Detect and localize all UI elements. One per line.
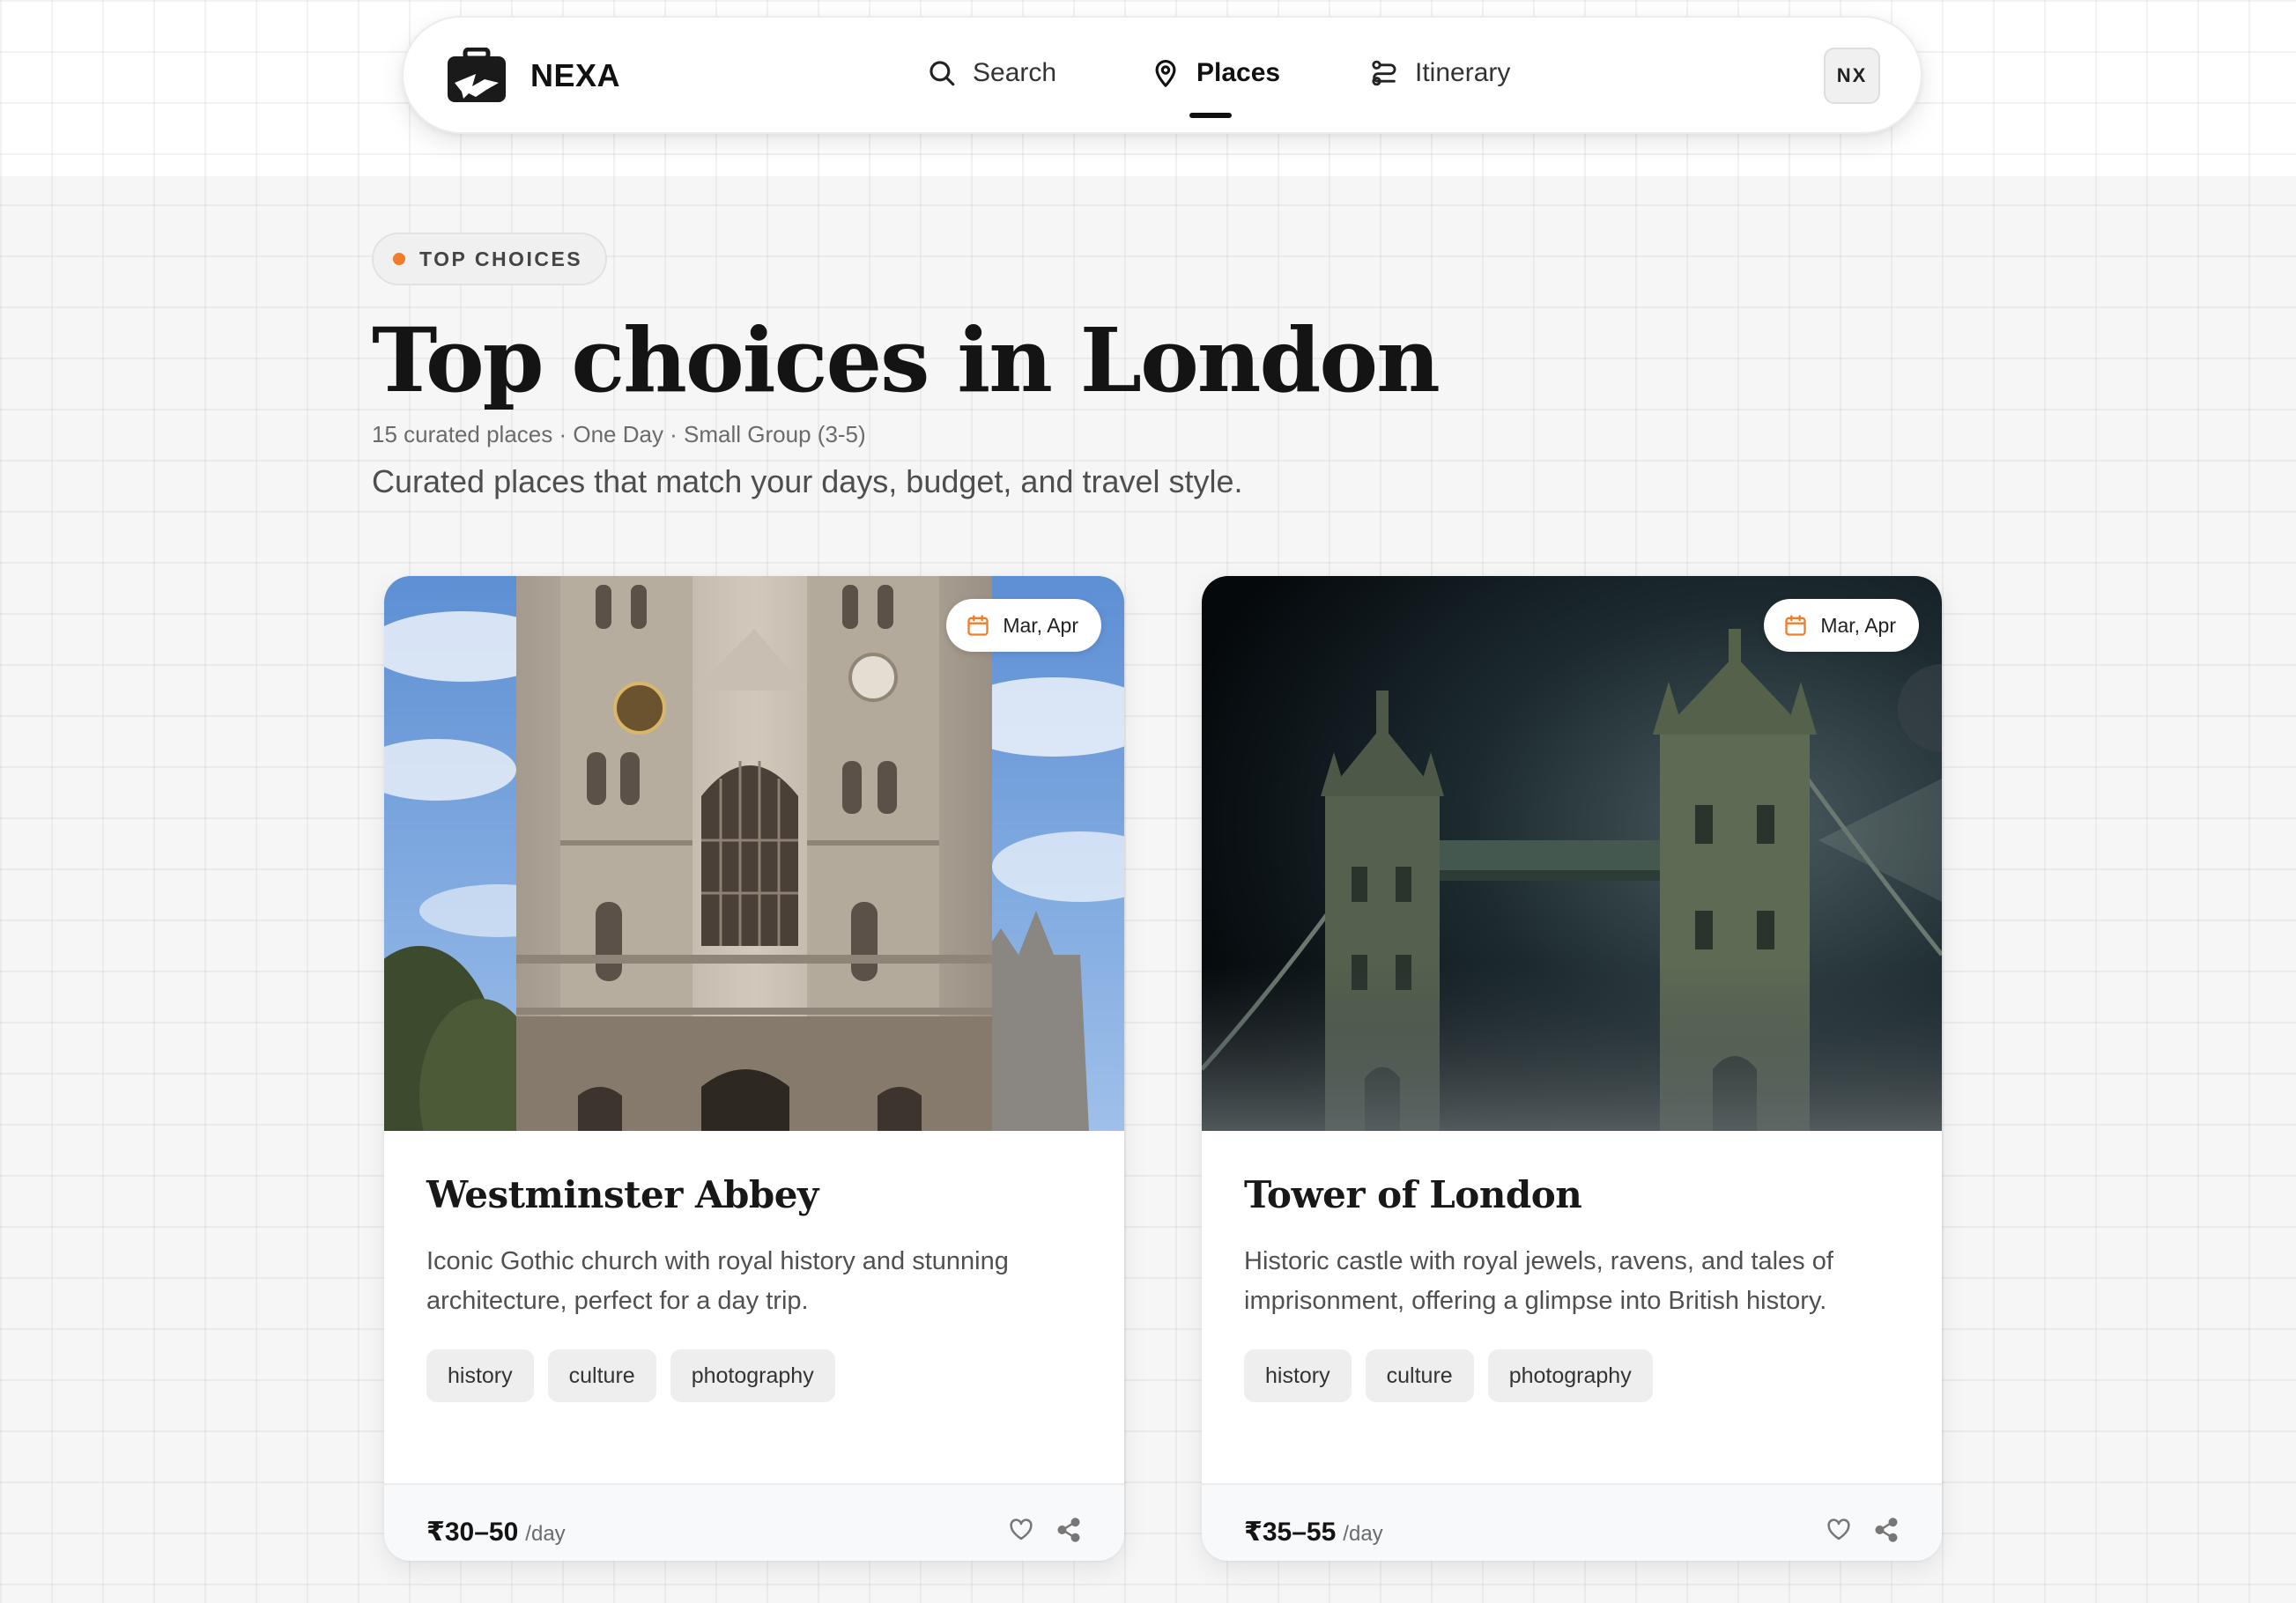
heart-icon[interactable] <box>1008 1517 1034 1543</box>
place-image[interactable]: Mar, Apr <box>384 576 1124 1131</box>
price: ₹35–55 /day <box>1244 1517 1383 1548</box>
brand-name: NEXA <box>530 57 621 93</box>
westminster-abbey-image <box>384 576 1124 1131</box>
section-pill: TOP CHOICES <box>372 233 608 285</box>
card-footer: ₹30–50 /day <box>384 1483 1124 1561</box>
tag-chip[interactable]: photography <box>1487 1349 1653 1402</box>
map-pin-icon <box>1155 59 1176 87</box>
heart-icon[interactable] <box>1826 1517 1852 1543</box>
tag-chip[interactable]: history <box>426 1349 534 1402</box>
nav-itinerary-label: Itinerary <box>1415 58 1511 87</box>
pill-dot-icon <box>393 253 405 265</box>
date-badge: Mar, Apr <box>1764 599 1919 652</box>
date-label: Mar, Apr <box>1820 613 1896 637</box>
date-badge: Mar, Apr <box>946 599 1101 652</box>
tag-chip[interactable]: culture <box>1365 1349 1474 1402</box>
nav-search[interactable]: Search <box>927 58 1056 88</box>
tag-chip[interactable]: culture <box>547 1349 656 1402</box>
page-title: Top choices in London <box>372 308 1441 412</box>
tag-list: history culture photography <box>1244 1349 1653 1402</box>
nav-itinerary[interactable]: Itinerary <box>1369 58 1510 88</box>
top-navbar: NEXA Search Places Itinerary NX <box>402 16 1922 134</box>
price-value: ₹30–50 <box>426 1518 519 1547</box>
nav-places[interactable]: Places <box>1151 58 1280 88</box>
nav-search-label: Search <box>973 58 1057 87</box>
price-value: ₹35–55 <box>1244 1518 1337 1547</box>
price: ₹30–50 /day <box>426 1517 566 1548</box>
place-description: Iconic Gothic church with royal history … <box>426 1247 1009 1315</box>
page-meta: 15 curated places · One Day · Small Grou… <box>372 421 866 447</box>
search-icon <box>930 61 955 86</box>
active-tab-indicator <box>1189 113 1232 118</box>
brand[interactable]: NEXA <box>446 48 620 104</box>
tag-chip[interactable]: history <box>1244 1349 1352 1402</box>
route-icon <box>1372 60 1396 86</box>
tower-bridge-image <box>1202 576 1942 1131</box>
avatar[interactable]: NX <box>1824 48 1880 104</box>
price-unit: /day <box>1343 1522 1383 1546</box>
place-card[interactable]: Mar, Apr Westminster Abbey Iconic Gothic… <box>384 576 1124 1561</box>
date-label: Mar, Apr <box>1003 613 1078 637</box>
share-icon[interactable] <box>1055 1517 1082 1543</box>
nav-places-label: Places <box>1196 58 1281 87</box>
price-unit: /day <box>525 1522 566 1546</box>
place-title[interactable]: Westminster Abbey <box>426 1173 818 1216</box>
share-icon[interactable] <box>1873 1517 1900 1543</box>
calendar-icon <box>1785 615 1807 636</box>
suitcase-logo-icon <box>448 48 506 102</box>
place-description: Historic castle with royal jewels, raven… <box>1244 1247 1833 1315</box>
card-footer: ₹35–55 /day <box>1202 1483 1942 1561</box>
place-title[interactable]: Tower of London <box>1244 1173 1582 1216</box>
card-actions <box>1826 1517 1900 1543</box>
page-subtitle: Curated places that match your days, bud… <box>372 463 1243 499</box>
calendar-icon <box>967 615 989 636</box>
place-image[interactable]: Mar, Apr <box>1202 576 1942 1131</box>
place-card[interactable]: Mar, Apr Tower of London Historic castle… <box>1202 576 1942 1561</box>
card-actions <box>1008 1517 1082 1543</box>
tag-chip[interactable]: photography <box>670 1349 835 1402</box>
tag-list: history culture photography <box>426 1349 835 1402</box>
pill-label: TOP CHOICES <box>419 247 583 270</box>
